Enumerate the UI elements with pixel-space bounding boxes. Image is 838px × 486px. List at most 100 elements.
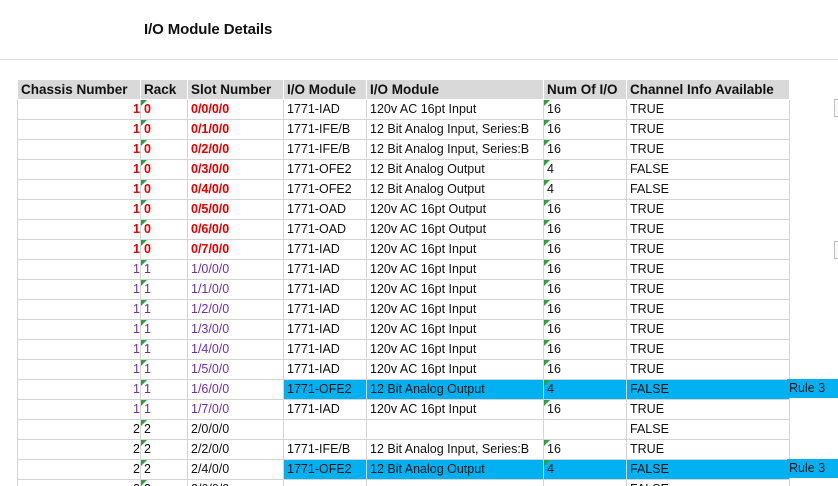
cell-rack[interactable]: 1 (140, 299, 188, 320)
cell-io-module-description[interactable]: 120v AC 16pt Input (366, 359, 544, 380)
cell-num-of-io[interactable]: 16 (543, 359, 627, 380)
cell-chassis-number[interactable]: 1 (17, 279, 141, 300)
cell-io-module-description[interactable]: 12 Bit Analog Output (366, 159, 544, 180)
cell-num-of-io[interactable]: 16 (543, 319, 627, 340)
cell-slot-number[interactable]: 0/0/0/0 (187, 99, 284, 120)
cell-channel-info-available[interactable]: TRUE (626, 279, 790, 300)
header-slot-number[interactable]: Slot Number (187, 79, 284, 100)
cell-rack[interactable]: 0 (140, 159, 188, 180)
cell-io-module[interactable]: 1771-IFE/B (283, 139, 367, 160)
cell-io-module[interactable]: 1771-OAD (283, 199, 367, 220)
cell-io-module[interactable]: 1771-IAD (283, 299, 367, 320)
cell-slot-number[interactable]: 2/4/0/0 (187, 459, 284, 480)
cell-io-module[interactable]: 1771-IAD (283, 239, 367, 260)
cell-slot-number[interactable]: 1/3/0/0 (187, 319, 284, 340)
cell-slot-number[interactable]: 0/2/0/0 (187, 139, 284, 160)
cell-num-of-io[interactable] (543, 419, 627, 440)
cell-rack[interactable]: 2 (140, 459, 188, 480)
cell-io-module-description[interactable]: 120v AC 16pt Input (366, 319, 544, 340)
cell-io-module-description[interactable] (366, 479, 544, 486)
cell-io-module-description[interactable]: 12 Bit Analog Output (366, 179, 544, 200)
cell-io-module[interactable]: 1771-OFE2 (283, 179, 367, 200)
cell-channel-info-available[interactable]: TRUE (626, 199, 790, 220)
cell-num-of-io[interactable]: 16 (543, 199, 627, 220)
cell-chassis-number[interactable]: 1 (17, 179, 141, 200)
cell-io-module[interactable]: 1771-IAD (283, 399, 367, 420)
cell-io-module-description[interactable]: 120v AC 16pt Input (366, 239, 544, 260)
cell-chassis-number[interactable]: 1 (17, 399, 141, 420)
cell-num-of-io[interactable]: 16 (543, 119, 627, 140)
cell-slot-number[interactable]: 0/5/0/0 (187, 199, 284, 220)
cell-slot-number[interactable]: 1/2/0/0 (187, 299, 284, 320)
cell-rack[interactable]: 0 (140, 239, 188, 260)
cell-io-module[interactable] (283, 479, 367, 486)
cell-num-of-io[interactable]: 16 (543, 279, 627, 300)
cell-io-module-description[interactable]: 120v AC 16pt Output (366, 219, 544, 240)
cell-rack[interactable]: 1 (140, 379, 188, 400)
cell-num-of-io[interactable]: 4 (543, 379, 627, 400)
edge-control[interactable] (834, 241, 838, 259)
cell-rack[interactable]: 0 (140, 99, 188, 120)
cell-slot-number[interactable]: 2/2/0/0 (187, 439, 284, 460)
header-chassis-number[interactable]: Chassis Number (17, 79, 141, 100)
cell-num-of-io[interactable]: 16 (543, 259, 627, 280)
cell-io-module[interactable]: 1771-OAD (283, 219, 367, 240)
cell-chassis-number[interactable]: 1 (17, 99, 141, 120)
cell-channel-info-available[interactable]: FALSE (626, 479, 790, 486)
cell-rack[interactable]: 2 (140, 479, 188, 486)
cell-chassis-number[interactable]: 2 (17, 459, 141, 480)
cell-slot-number[interactable]: 1/5/0/0 (187, 359, 284, 380)
cell-chassis-number[interactable]: 1 (17, 359, 141, 380)
cell-io-module[interactable]: 1771-OFE2 (283, 159, 367, 180)
header-num-of-io[interactable]: Num Of I/O (543, 79, 627, 100)
cell-channel-info-available[interactable]: TRUE (626, 439, 790, 460)
cell-rack[interactable]: 1 (140, 399, 188, 420)
cell-io-module[interactable]: 1771-OFE2 (283, 379, 367, 400)
cell-chassis-number[interactable]: 1 (17, 139, 141, 160)
cell-rack[interactable]: 1 (140, 339, 188, 360)
cell-rack[interactable]: 0 (140, 219, 188, 240)
cell-num-of-io[interactable]: 4 (543, 159, 627, 180)
cell-io-module[interactable]: 1771-IFE/B (283, 119, 367, 140)
cell-chassis-number[interactable]: 2 (17, 479, 141, 486)
cell-channel-info-available[interactable]: TRUE (626, 259, 790, 280)
cell-io-module[interactable]: 1771-IAD (283, 99, 367, 120)
cell-slot-number[interactable]: 1/0/0/0 (187, 259, 284, 280)
cell-slot-number[interactable]: 0/4/0/0 (187, 179, 284, 200)
cell-chassis-number[interactable]: 1 (17, 259, 141, 280)
cell-io-module-description[interactable]: 12 Bit Analog Output (366, 379, 544, 400)
cell-rack[interactable]: 1 (140, 359, 188, 380)
cell-io-module-description[interactable]: 120v AC 16pt Input (366, 99, 544, 120)
cell-channel-info-available[interactable]: TRUE (626, 399, 790, 420)
cell-channel-info-available[interactable]: TRUE (626, 299, 790, 320)
cell-num-of-io[interactable]: 16 (543, 239, 627, 260)
cell-chassis-number[interactable]: 1 (17, 199, 141, 220)
cell-io-module[interactable]: 1771-IAD (283, 279, 367, 300)
cell-io-module-description[interactable]: 12 Bit Analog Output (366, 459, 544, 480)
cell-io-module[interactable]: 1771-IAD (283, 339, 367, 360)
cell-rack[interactable]: 0 (140, 119, 188, 140)
cell-num-of-io[interactable]: 16 (543, 139, 627, 160)
cell-io-module-description[interactable]: 120v AC 16pt Input (366, 259, 544, 280)
edge-control[interactable] (834, 99, 838, 117)
cell-num-of-io[interactable]: 4 (543, 179, 627, 200)
cell-channel-info-available[interactable]: TRUE (626, 119, 790, 140)
cell-rack[interactable]: 0 (140, 139, 188, 160)
cell-slot-number[interactable]: 1/6/0/0 (187, 379, 284, 400)
cell-chassis-number[interactable]: 1 (17, 239, 141, 260)
cell-channel-info-available[interactable]: FALSE (626, 159, 790, 180)
cell-channel-info-available[interactable]: TRUE (626, 239, 790, 260)
cell-io-module[interactable]: 1771-OFE2 (283, 459, 367, 480)
cell-chassis-number[interactable]: 1 (17, 159, 141, 180)
cell-num-of-io[interactable]: 16 (543, 339, 627, 360)
cell-io-module[interactable]: 1771-IAD (283, 259, 367, 280)
cell-io-module-description[interactable]: 120v AC 16pt Input (366, 299, 544, 320)
cell-io-module-description[interactable]: 120v AC 16pt Output (366, 199, 544, 220)
cell-slot-number[interactable]: 2/6/0/0 (187, 479, 284, 486)
cell-io-module-description[interactable] (366, 419, 544, 440)
cell-chassis-number[interactable]: 2 (17, 419, 141, 440)
cell-slot-number[interactable]: 0/6/0/0 (187, 219, 284, 240)
cell-num-of-io[interactable]: 16 (543, 219, 627, 240)
cell-slot-number[interactable]: 1/4/0/0 (187, 339, 284, 360)
cell-io-module[interactable]: 1771-IFE/B (283, 439, 367, 460)
